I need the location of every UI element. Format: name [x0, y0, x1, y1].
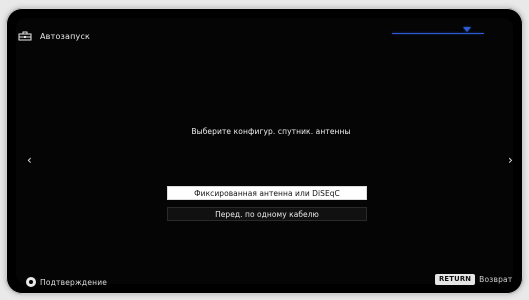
return-label: Возврат: [479, 275, 513, 284]
prompt-text: Выберите конфигур. спутник. антенны: [191, 127, 351, 136]
top-right-pointer-icon: [463, 27, 471, 32]
option-single-cable[interactable]: Перед. по одному кабелю: [167, 207, 367, 221]
confirm-label: Подтверждение: [40, 277, 108, 287]
tv-bezel: [6, 8, 523, 294]
right-arrow-icon[interactable]: ›: [508, 154, 513, 166]
footer-confirm: Подтверждение: [26, 277, 107, 287]
top-right-indicator-line: [392, 33, 484, 34]
option-fixed-antenna-diseqc[interactable]: Фиксированная антенна или DiSEqC: [167, 186, 367, 200]
tv-screen: [16, 18, 513, 284]
option-label: Перед. по одному кабелю: [215, 209, 319, 219]
left-arrow-icon[interactable]: ‹: [27, 154, 32, 166]
return-key-badge: RETURN: [435, 274, 476, 285]
footer-return: RETURN Возврат: [435, 274, 512, 285]
toolbox-icon: [18, 31, 32, 41]
confirm-icon: [26, 277, 36, 287]
page-title: Автозапуск: [40, 31, 91, 41]
page-header: Автозапуск: [18, 31, 90, 41]
option-label: Фиксированная антенна или DiSEqC: [194, 188, 340, 198]
